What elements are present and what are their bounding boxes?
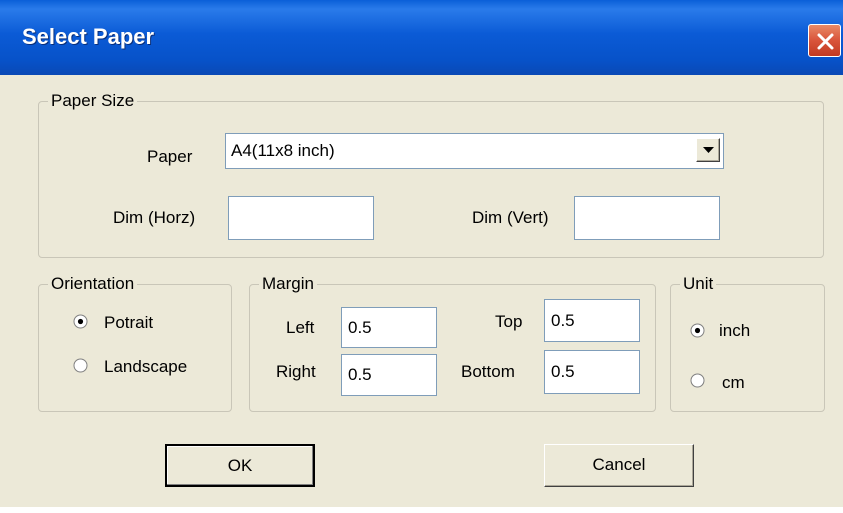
dim-vert-input[interactable]	[574, 196, 720, 240]
cancel-button[interactable]: Cancel	[544, 444, 694, 487]
paper-size-legend: Paper Size	[48, 91, 138, 111]
radio-selected-icon[interactable]	[690, 323, 705, 338]
title-bar[interactable]: Select Paper	[0, 0, 843, 75]
dropdown-arrow-button[interactable]	[696, 138, 720, 162]
unit-group: Unit	[670, 274, 825, 412]
margin-left-label: Left	[286, 318, 315, 337]
margin-top-label: Top	[495, 312, 523, 331]
orientation-group: Orientation	[38, 274, 232, 412]
radio-unselected-icon[interactable]	[690, 373, 705, 388]
margin-right-label: Right	[276, 362, 316, 381]
unit-inch-label: inch	[719, 321, 751, 340]
radio-selected-icon[interactable]	[73, 314, 88, 329]
margin-bottom-label: Bottom	[461, 362, 515, 381]
paper-select[interactable]: A4(11x8 inch)	[225, 133, 724, 169]
close-icon	[817, 33, 834, 50]
select-paper-dialog: Select Paper Paper Size Paper A4(11x8 in…	[0, 0, 843, 507]
orientation-potrait-label: Potrait	[104, 313, 154, 332]
margin-bottom-input[interactable]	[544, 350, 640, 394]
margin-left-input[interactable]	[341, 307, 437, 348]
paper-select-value: A4(11x8 inch)	[231, 141, 335, 160]
unit-cm-label: cm	[722, 373, 745, 392]
orientation-landscape-label: Landscape	[104, 357, 188, 376]
close-button[interactable]	[808, 24, 841, 57]
margin-top-input[interactable]	[544, 299, 640, 342]
margin-right-input[interactable]	[341, 354, 437, 396]
orientation-legend: Orientation	[48, 274, 138, 294]
window-title: Select Paper	[22, 24, 155, 49]
radio-unselected-icon[interactable]	[73, 358, 88, 373]
ok-button[interactable]: OK	[165, 444, 315, 487]
dim-vert-label: Dim (Vert)	[472, 208, 549, 227]
paper-label: Paper	[147, 147, 193, 166]
unit-legend: Unit	[680, 274, 717, 294]
margin-legend: Margin	[259, 274, 317, 294]
dim-horz-label: Dim (Horz)	[113, 208, 196, 227]
chevron-down-icon	[703, 147, 714, 153]
dim-horz-input[interactable]	[228, 196, 374, 240]
